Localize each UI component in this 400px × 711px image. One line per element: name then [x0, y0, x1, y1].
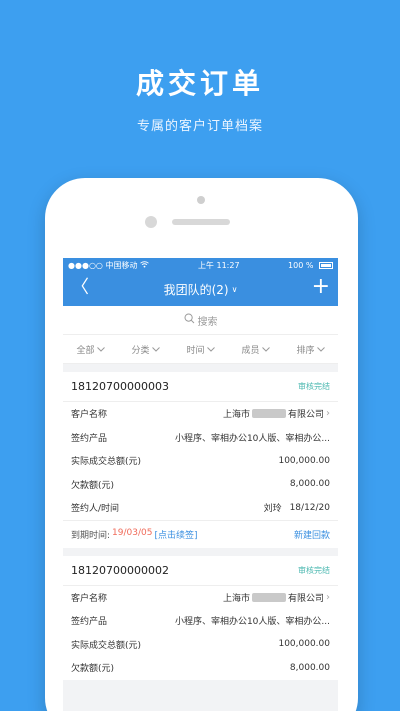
app-screen: ●●●○○ 中国移动 上午 11:27 100 % 〈 我团队的(2) ∨ + — [63, 258, 338, 711]
product-value: 小程序、宰相办公10人版、宰相办公... — [174, 433, 330, 444]
owed-row: 欠款额(元) 8,000.00 — [63, 473, 338, 497]
battery-icon — [319, 261, 333, 269]
team-selector[interactable]: 我团队的(2) ∨ — [164, 281, 238, 298]
customer-name-suffix: 有限公司 — [287, 410, 324, 421]
add-icon[interactable]: + — [312, 274, 330, 300]
search-icon — [184, 313, 195, 327]
order-card[interactable]: 18120700000003 审核完结 客户名称 上海市 有限公司 › 签约产品… — [63, 372, 338, 548]
renew-link[interactable]: [点击续签] — [154, 528, 197, 541]
filter-category[interactable]: 分类 — [131, 343, 160, 356]
status-badge: 审核完结 — [298, 382, 330, 391]
card-footer: 到期时间: 19/03/05 [点击续签] 新建回款 — [63, 519, 338, 548]
carrier-label: ●●●○○ 中国移动 — [68, 260, 138, 270]
chevron-down-icon — [96, 346, 105, 352]
customer-name-prefix: 上海市 — [222, 410, 250, 421]
search-bar[interactable]: 搜索 — [63, 306, 338, 334]
order-number: 18120700000002 — [71, 563, 169, 577]
phone-camera — [197, 196, 205, 204]
chevron-down-icon — [151, 346, 160, 352]
customer-row[interactable]: 客户名称 上海市 有限公司 › — [63, 402, 338, 426]
chevron-down-icon — [261, 346, 270, 352]
filter-sort[interactable]: 排序 — [296, 343, 325, 356]
filter-label: 全部 — [76, 345, 95, 356]
field-label: 欠款额(元) — [71, 664, 115, 675]
search-placeholder: 搜索 — [197, 316, 218, 328]
order-number: 18120700000003 — [71, 380, 169, 393]
status-badge: 审核完结 — [298, 565, 330, 575]
phone-frame: ●●●○○ 中国移动 上午 11:27 100 % 〈 我团队的(2) ∨ + — [45, 178, 358, 711]
customer-name-suffix: 有限公司 — [287, 593, 324, 604]
product-row: 签约产品 小程序、宰相办公10人版、宰相办公... — [63, 609, 338, 633]
redacted-block — [251, 592, 286, 602]
field-label: 签约人/时间 — [71, 504, 120, 515]
filter-label: 成员 — [241, 345, 260, 356]
wifi-icon — [140, 260, 150, 270]
back-icon[interactable]: 〈 — [71, 277, 89, 299]
status-bar: ●●●○○ 中国移动 上午 11:27 100 % — [63, 258, 338, 272]
signer-name: 刘玲 — [263, 504, 282, 515]
product-row: 签约产品 小程序、宰相办公10人版、宰相办公... — [63, 426, 338, 450]
total-value: 100,000.00 — [278, 639, 330, 650]
filter-all[interactable]: 全部 — [76, 343, 105, 356]
owed-value: 8,000.00 — [289, 479, 330, 490]
chevron-down-icon — [206, 346, 215, 352]
promo-subtitle: 专属的客户订单档案 — [136, 119, 263, 134]
sign-date: 18/12/20 — [289, 502, 330, 513]
field-label: 客户名称 — [71, 593, 108, 604]
field-label: 实际成交总额(元) — [71, 457, 142, 468]
due-label: 到期时间: — [71, 530, 111, 541]
field-label: 欠款额(元) — [71, 480, 115, 491]
total-value: 100,000.00 — [278, 455, 330, 466]
filter-label: 时间 — [186, 345, 205, 356]
new-payment-button[interactable]: 新建回款 — [294, 528, 330, 541]
field-label: 客户名称 — [71, 410, 108, 421]
filter-label: 分类 — [131, 345, 150, 356]
order-card[interactable]: 18120700000002 审核完结 客户名称 上海市 有限公司 › 签约产品… — [63, 555, 338, 680]
nav-title: 我团队的(2) — [163, 282, 229, 297]
chevron-down-icon: ∨ — [231, 284, 238, 294]
filter-time[interactable]: 时间 — [186, 343, 215, 356]
field-label: 实际成交总额(元) — [71, 640, 142, 651]
chevron-down-icon — [316, 346, 325, 352]
filter-bar: 全部 分类 时间 成员 排序 — [63, 334, 338, 364]
owed-row: 欠款额(元) 8,000.00 — [63, 656, 338, 680]
chevron-right-icon: › — [326, 591, 330, 603]
promo-title: 成交订单 — [135, 67, 264, 100]
total-row: 实际成交总额(元) 100,000.00 — [63, 633, 338, 657]
field-label: 签约产品 — [71, 433, 108, 444]
total-row: 实际成交总额(元) 100,000.00 — [63, 449, 338, 473]
customer-row[interactable]: 客户名称 上海市 有限公司 › — [63, 586, 338, 610]
signer-row: 签约人/时间 刘玲 18/12/20 — [63, 496, 338, 520]
nav-bar: 〈 我团队的(2) ∨ + — [63, 272, 338, 306]
filter-member[interactable]: 成员 — [241, 343, 270, 356]
chevron-right-icon: › — [326, 408, 330, 420]
field-label: 签约产品 — [71, 617, 108, 628]
battery-label: 100 % — [288, 260, 314, 270]
owed-value: 8,000.00 — [289, 662, 330, 673]
phone-sensor — [145, 216, 157, 228]
clock: 上午 11:27 — [197, 260, 240, 270]
product-value: 小程序、宰相办公10人版、宰相办公... — [174, 617, 330, 628]
due-date: 19/03/05 — [112, 527, 153, 538]
redacted-block — [251, 409, 286, 419]
filter-label: 排序 — [296, 345, 315, 356]
phone-speaker — [172, 219, 230, 225]
customer-name-prefix: 上海市 — [222, 593, 250, 604]
